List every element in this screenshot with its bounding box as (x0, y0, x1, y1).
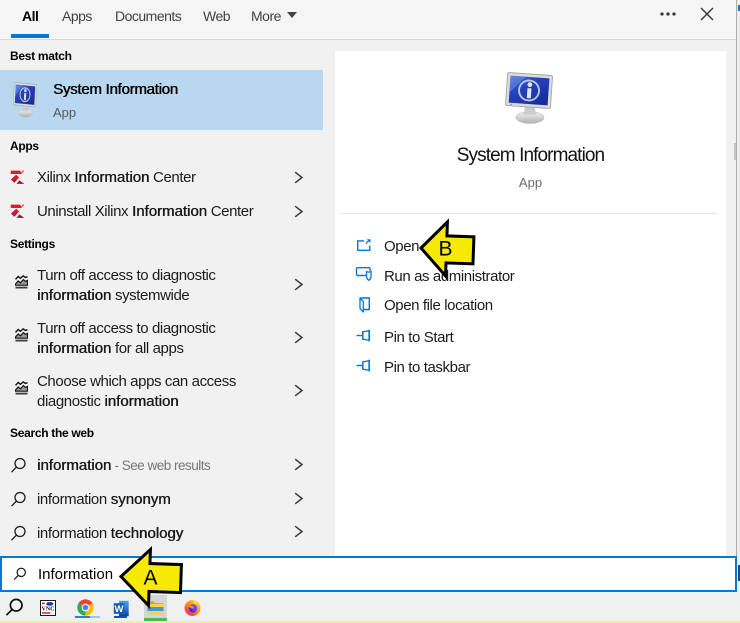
svg-text:A: A (143, 567, 157, 590)
svg-text:VNC: VNC (42, 607, 55, 613)
svg-text:B: B (438, 238, 452, 261)
